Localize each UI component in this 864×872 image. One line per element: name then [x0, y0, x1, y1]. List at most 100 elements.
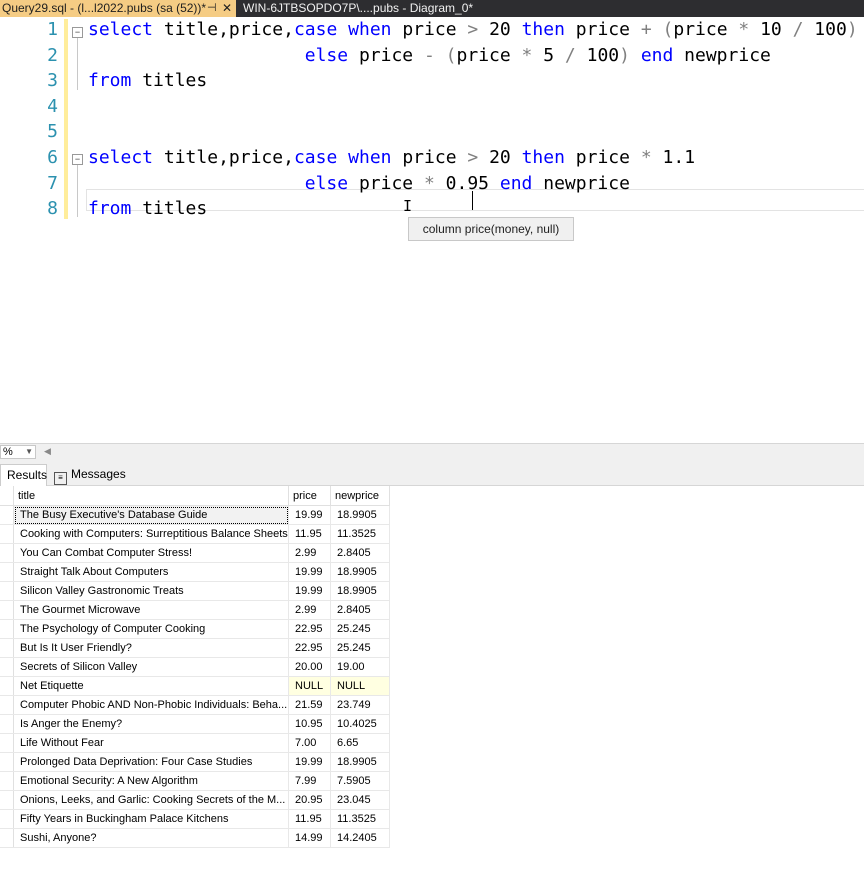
close-icon[interactable]: ✕: [222, 0, 232, 17]
cell-title[interactable]: Prolonged Data Deprivation: Four Case St…: [13, 752, 289, 772]
column-header-newprice[interactable]: newprice: [330, 486, 390, 506]
cell-title[interactable]: You Can Combat Computer Stress!: [13, 543, 289, 563]
column-header-price[interactable]: price: [288, 486, 331, 506]
cell-price[interactable]: 7.00: [288, 733, 331, 753]
cell-title[interactable]: Secrets of Silicon Valley: [13, 657, 289, 677]
scroll-left-icon[interactable]: ◀: [44, 446, 51, 457]
row-header[interactable]: [0, 828, 14, 848]
cell-newprice[interactable]: 18.9905: [330, 752, 390, 772]
cell-title[interactable]: Silicon Valley Gastronomic Treats: [13, 581, 289, 601]
cell-newprice[interactable]: 11.3525: [330, 809, 390, 829]
row-header[interactable]: [0, 543, 14, 563]
row-header[interactable]: [0, 790, 14, 810]
cell-newprice[interactable]: 11.3525: [330, 524, 390, 544]
cell-price[interactable]: 19.99: [288, 581, 331, 601]
cell-price[interactable]: NULL: [288, 676, 331, 696]
table-row[interactable]: Net Etiquette NULL NULL: [0, 676, 390, 696]
table-row[interactable]: Prolonged Data Deprivation: Four Case St…: [0, 752, 390, 772]
cell-price[interactable]: 19.99: [288, 505, 331, 525]
row-header[interactable]: [0, 733, 14, 753]
cell-price[interactable]: 22.95: [288, 619, 331, 639]
cell-price[interactable]: 2.99: [288, 543, 331, 563]
row-header[interactable]: [0, 714, 14, 734]
cell-price[interactable]: 21.59: [288, 695, 331, 715]
tab-diagram[interactable]: WIN-6JTBSOPDO7P\....pubs - Diagram_0*: [243, 0, 473, 17]
cell-price[interactable]: 2.99: [288, 600, 331, 620]
row-header[interactable]: [0, 657, 14, 677]
table-row[interactable]: Cooking with Computers: Surreptitious Ba…: [0, 524, 390, 544]
row-header[interactable]: [0, 752, 14, 772]
tab-results[interactable]: Results: [0, 464, 47, 486]
cell-title[interactable]: Onions, Leeks, and Garlic: Cooking Secre…: [13, 790, 289, 810]
cell-price[interactable]: 14.99: [288, 828, 331, 848]
cell-newprice[interactable]: 6.65: [330, 733, 390, 753]
zoom-dropdown[interactable]: % ▼: [0, 445, 36, 459]
row-header[interactable]: [0, 524, 14, 544]
cell-newprice[interactable]: 2.8405: [330, 543, 390, 563]
cell-newprice[interactable]: 10.4025: [330, 714, 390, 734]
cell-title[interactable]: The Psychology of Computer Cooking: [13, 619, 289, 639]
results-grid[interactable]: title price newprice The Busy Executive'…: [0, 486, 864, 872]
cell-price[interactable]: 20.00: [288, 657, 331, 677]
row-header[interactable]: [0, 771, 14, 791]
table-row[interactable]: You Can Combat Computer Stress! 2.99 2.840…: [0, 543, 390, 563]
cell-price[interactable]: 11.95: [288, 524, 331, 544]
table-row[interactable]: Silicon Valley Gastronomic Treats 19.99 18…: [0, 581, 390, 601]
table-row[interactable]: The Busy Executive's Database Guide 19.99…: [0, 505, 390, 525]
collapse-icon[interactable]: −: [72, 154, 83, 165]
cell-newprice[interactable]: 18.9905: [330, 581, 390, 601]
cell-title[interactable]: Cooking with Computers: Surreptitious Ba…: [13, 524, 289, 544]
cell-newprice[interactable]: NULL: [330, 676, 390, 696]
table-row[interactable]: The Gourmet Microwave 2.99 2.8405: [0, 600, 390, 620]
tab-query29[interactable]: Query29.sql - (l...l2022.pubs (sa (52))*…: [0, 0, 236, 17]
row-header[interactable]: [0, 581, 14, 601]
cell-title[interactable]: Fifty Years in Buckingham Palace Kitchen…: [13, 809, 289, 829]
cell-title[interactable]: Computer Phobic AND Non-Phobic Individua…: [13, 695, 289, 715]
table-row[interactable]: But Is It User Friendly? 22.95 25.245: [0, 638, 390, 658]
cell-newprice[interactable]: 7.5905: [330, 771, 390, 791]
query-editor[interactable]: 1 2 3 4 5 6 7 8 − − select title,price,case whe…: [0, 17, 864, 443]
row-header[interactable]: [0, 695, 14, 715]
table-row[interactable]: Sushi, Anyone? 14.99 14.2405: [0, 828, 390, 848]
cell-title[interactable]: The Gourmet Microwave: [13, 600, 289, 620]
cell-price[interactable]: 10.95: [288, 714, 331, 734]
row-header[interactable]: [0, 809, 14, 829]
cell-newprice[interactable]: 19.00: [330, 657, 390, 677]
cell-newprice[interactable]: 23.749: [330, 695, 390, 715]
cell-title[interactable]: But Is It User Friendly?: [13, 638, 289, 658]
cell-price[interactable]: 20.95: [288, 790, 331, 810]
row-header-corner[interactable]: [0, 486, 14, 506]
cell-price[interactable]: 19.99: [288, 562, 331, 582]
cell-title[interactable]: Is Anger the Enemy?: [13, 714, 289, 734]
cell-title[interactable]: Emotional Security: A New Algorithm: [13, 771, 289, 791]
table-row[interactable]: Computer Phobic AND Non-Phobic Individua…: [0, 695, 390, 715]
table-row[interactable]: Straight Talk About Computers 19.99 18.990…: [0, 562, 390, 582]
row-header[interactable]: [0, 638, 14, 658]
table-row[interactable]: Onions, Leeks, and Garlic: Cooking Secre…: [0, 790, 390, 810]
row-header[interactable]: [0, 505, 14, 525]
cell-price[interactable]: 7.99: [288, 771, 331, 791]
cell-newprice[interactable]: 18.9905: [330, 562, 390, 582]
cell-newprice[interactable]: 14.2405: [330, 828, 390, 848]
cell-title[interactable]: Straight Talk About Computers: [13, 562, 289, 582]
row-header[interactable]: [0, 562, 14, 582]
row-header[interactable]: [0, 619, 14, 639]
collapse-icon[interactable]: −: [72, 27, 83, 38]
cell-newprice[interactable]: 18.9905: [330, 505, 390, 525]
table-row[interactable]: Emotional Security: A New Algorithm 7.99 7…: [0, 771, 390, 791]
cell-newprice[interactable]: 23.045: [330, 790, 390, 810]
table-row[interactable]: Fifty Years in Buckingham Palace Kitchen…: [0, 809, 390, 829]
table-row[interactable]: Life Without Fear 7.00 6.65: [0, 733, 390, 753]
pin-icon[interactable]: ⊣: [207, 0, 217, 17]
cell-newprice[interactable]: 25.245: [330, 619, 390, 639]
cell-newprice[interactable]: 25.245: [330, 638, 390, 658]
table-row[interactable]: Secrets of Silicon Valley 20.00 19.00: [0, 657, 390, 677]
cell-title[interactable]: Net Etiquette: [13, 676, 289, 696]
cell-price[interactable]: 11.95: [288, 809, 331, 829]
cell-title[interactable]: Sushi, Anyone?: [13, 828, 289, 848]
cell-title[interactable]: Life Without Fear: [13, 733, 289, 753]
column-header-title[interactable]: title: [13, 486, 289, 506]
cell-price[interactable]: 22.95: [288, 638, 331, 658]
cell-price[interactable]: 19.99: [288, 752, 331, 772]
cell-title[interactable]: The Busy Executive's Database Guide: [13, 505, 289, 525]
